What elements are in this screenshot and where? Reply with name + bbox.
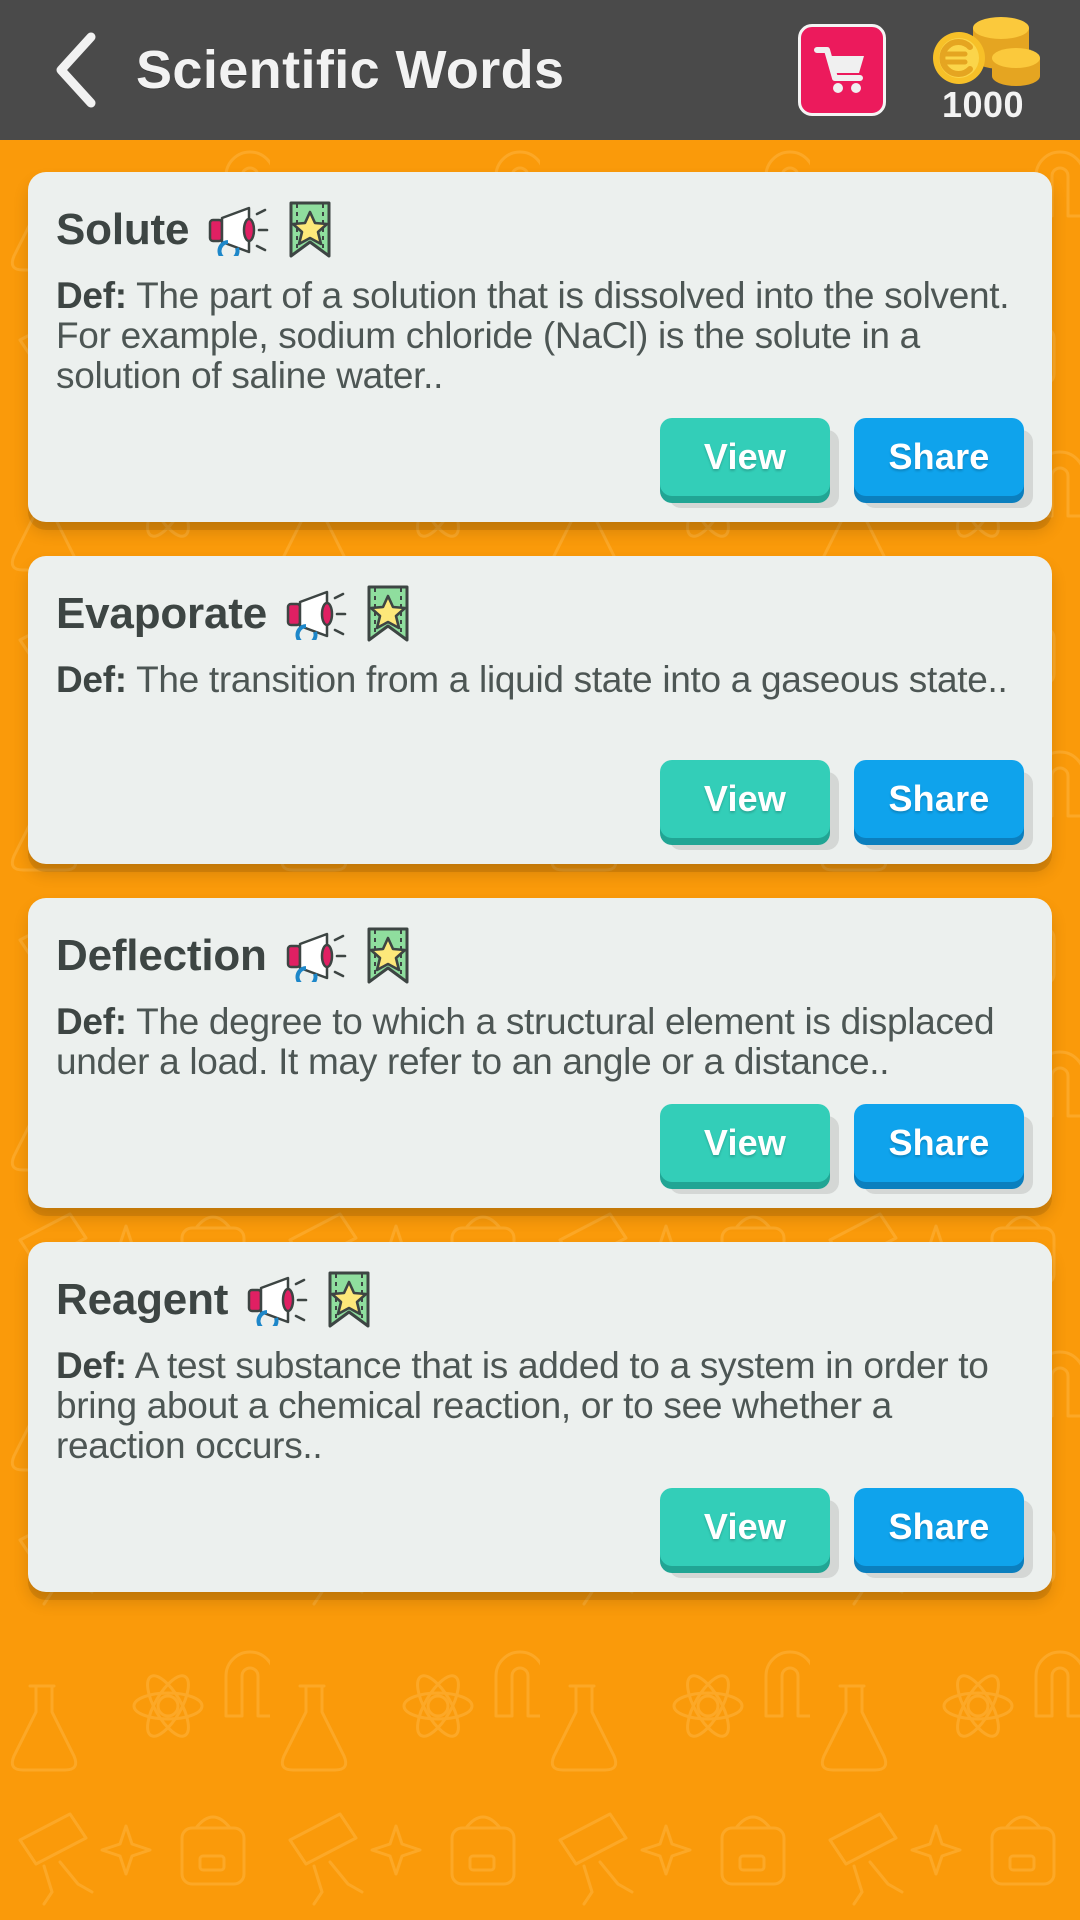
app-header: Scientific Words 1000 <box>0 0 1080 140</box>
card-actions: View Share <box>56 417 1024 496</box>
word-card: Evaporate Def: The transition from a liq… <box>28 555 1052 864</box>
word-title: Deflection <box>56 930 267 980</box>
word-title: Reagent <box>56 1274 229 1324</box>
def-label: Def: <box>56 275 127 316</box>
bookmark-star-icon[interactable] <box>365 584 411 644</box>
word-definition: Def: A test substance that is added to a… <box>56 1344 1024 1466</box>
bookmark-star-icon[interactable] <box>326 1270 372 1330</box>
megaphone-icon[interactable] <box>285 588 347 640</box>
word-card: Deflection Def: The degree to which a st… <box>28 897 1052 1208</box>
card-actions: View Share <box>56 759 1024 838</box>
view-button[interactable]: View <box>660 759 830 838</box>
view-button[interactable]: View <box>660 417 830 496</box>
share-button[interactable]: Share <box>854 417 1024 496</box>
word-card-list: Solute Def: The part of a solution that … <box>0 140 1080 1592</box>
card-actions: View Share <box>56 1487 1024 1566</box>
definition-text: A test substance that is added to a syst… <box>56 1344 989 1466</box>
word-definition: Def: The degree to which a structural el… <box>56 1000 1024 1082</box>
card-title-row: Solute <box>56 200 1024 260</box>
euro-coins-icon <box>933 17 1040 86</box>
megaphone-icon[interactable] <box>285 930 347 982</box>
definition-text: The transition from a liquid state into … <box>136 658 1008 700</box>
shopping-cart-icon <box>814 47 864 93</box>
word-definition: Def: The transition from a liquid state … <box>56 658 1024 700</box>
word-card: Reagent Def: A test substance that is ad… <box>28 1241 1052 1592</box>
shop-button[interactable] <box>798 24 886 116</box>
bookmark-star-icon[interactable] <box>287 200 333 260</box>
card-title-row: Reagent <box>56 1270 1024 1330</box>
megaphone-icon[interactable] <box>246 1274 308 1326</box>
view-button[interactable]: View <box>660 1103 830 1182</box>
back-button[interactable] <box>40 25 110 115</box>
word-title: Evaporate <box>56 588 267 638</box>
def-label: Def: <box>56 1344 127 1386</box>
share-button[interactable]: Share <box>854 1103 1024 1182</box>
bookmark-star-icon[interactable] <box>365 926 411 986</box>
chevron-left-icon <box>56 32 96 108</box>
def-label: Def: <box>56 658 127 700</box>
view-button[interactable]: View <box>660 1487 830 1566</box>
word-title: Solute <box>56 204 190 254</box>
card-title-row: Deflection <box>56 926 1024 986</box>
page-title: Scientific Words <box>136 40 565 100</box>
megaphone-icon[interactable] <box>207 204 269 256</box>
word-card: Solute Def: The part of a solution that … <box>28 172 1052 522</box>
definition-text: The part of a solution that is dissolved… <box>56 275 1010 396</box>
card-actions: View Share <box>56 1103 1024 1182</box>
word-definition: Def: The part of a solution that is diss… <box>56 276 1024 396</box>
coin-count: 1000 <box>941 84 1025 125</box>
card-title-row: Evaporate <box>56 584 1024 644</box>
coin-balance[interactable]: 1000 <box>908 14 1058 126</box>
share-button[interactable]: Share <box>854 1487 1024 1566</box>
share-button[interactable]: Share <box>854 759 1024 838</box>
def-label: Def: <box>56 1000 127 1042</box>
definition-text: The degree to which a structural element… <box>56 1000 995 1082</box>
